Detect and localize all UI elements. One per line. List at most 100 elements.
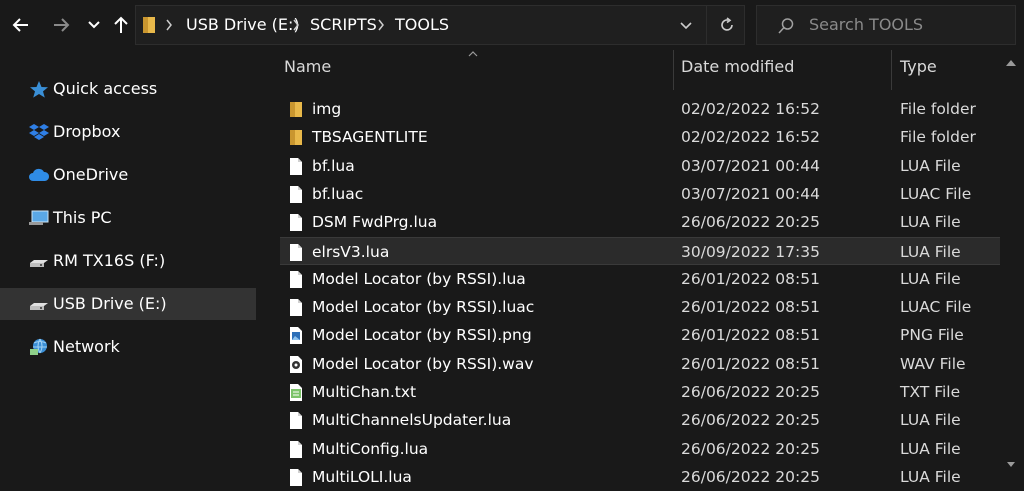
file-date-modified: 02/02/2022 16:52 [681,128,820,147]
file-name: MultiLOLI.lua [312,467,412,486]
network-icon [30,338,47,355]
address-divider [706,6,707,44]
file-type: LUA File [900,467,961,486]
audio-file-icon [290,355,302,373]
sidebar-item-onedrive[interactable]: OneDrive [0,159,256,191]
sidebar-item-label: Network [53,337,120,356]
file-type: LUA File [900,269,961,288]
file-row[interactable]: TBSAGENTLITE 02/02/2022 16:52 File folder [280,123,1000,151]
file-icon [290,270,302,288]
arrow-right-icon [54,18,70,32]
file-row[interactable]: elrsV3.lua 30/09/2022 17:35 LUA File [280,236,1000,265]
sidebar-item-this-pc[interactable]: This PC [0,202,256,234]
breadcrumb-tools[interactable]: TOOLS [395,6,449,44]
scroll-up-icon[interactable] [1005,58,1017,68]
up-button[interactable] [106,10,136,40]
file-name: Model Locator (by RSSI).luac [312,298,535,317]
file-row[interactable]: Model Locator (by RSSI).png 26/01/2022 08… [280,321,1000,349]
column-header-name[interactable]: Name [284,57,331,76]
column-header-date-modified[interactable]: Date modified [681,57,794,76]
sidebar-item-rm-tx16s[interactable]: RM TX16S (F:) [0,245,256,277]
address-bar[interactable]: USB Drive (E:) SCRIPTS TOOLS [135,5,745,45]
file-icon [290,214,302,232]
search-placeholder: Search TOOLS [809,15,924,34]
sort-ascending-icon [468,51,478,57]
file-date-modified: 26/06/2022 20:25 [681,411,820,430]
file-date-modified: 03/07/2021 00:44 [681,184,820,203]
file-row[interactable]: MultiChannelsUpdater.lua 26/06/2022 20:25… [280,406,1000,434]
file-row[interactable]: MultiConfig.lua 26/06/2022 20:25 LUA File [280,435,1000,463]
file-row[interactable]: MultiLOLI.lua 26/06/2022 20:25 LUA File [280,463,1000,491]
file-date-modified: 26/06/2022 20:25 [681,467,820,486]
file-icon [290,185,302,203]
file-type: LUA File [900,213,961,232]
sidebar-item-label: RM TX16S (F:) [53,251,166,270]
chevron-right-icon [378,19,384,31]
sidebar-item-usb-drive[interactable]: USB Drive (E:) [0,288,256,320]
file-row[interactable]: bf.luac 03/07/2021 00:44 LUAC File [280,180,1000,208]
file-type: LUA File [900,439,961,458]
sidebar-item-label: USB Drive (E:) [53,294,167,313]
cloud-icon [29,168,50,181]
star-icon [30,81,48,98]
file-icon [290,440,302,458]
chevron-right-icon [293,19,299,31]
column-divider[interactable] [891,50,892,90]
drive-icon [30,260,48,267]
sidebar-item-network[interactable]: Network [0,331,256,363]
search-icon [778,18,794,34]
file-row[interactable]: Model Locator (by RSSI).luac 26/01/2022 0… [280,293,1000,321]
file-icon [290,412,302,430]
forward-button[interactable] [46,10,76,40]
file-icon [290,243,302,261]
folder-icon [290,102,302,117]
file-icon [290,299,302,317]
file-name: DSM FwdPrg.lua [312,213,438,232]
column-divider[interactable] [673,50,674,90]
file-date-modified: 26/01/2022 08:51 [681,269,820,288]
file-date-modified: 30/09/2022 17:35 [681,242,820,261]
chevron-down-icon [88,21,100,29]
column-header-type[interactable]: Type [900,57,937,76]
file-date-modified: 26/06/2022 20:25 [681,213,820,232]
file-type: LUA File [900,242,961,261]
file-row[interactable]: Model Locator (by RSSI).wav 26/01/2022 08… [280,350,1000,378]
image-file-icon [290,327,302,345]
breadcrumb-usb-drive[interactable]: USB Drive (E:) [186,6,300,44]
file-name: Model Locator (by RSSI).lua [312,269,526,288]
file-row[interactable]: Model Locator (by RSSI).lua 26/01/2022 08… [280,265,1000,293]
folder-icon [143,17,155,33]
refresh-button[interactable] [714,6,740,44]
recent-locations-button[interactable] [79,10,109,40]
file-icon [290,157,302,175]
sidebar-item-dropbox[interactable]: Dropbox [0,116,256,148]
file-name: MultiChannelsUpdater.lua [312,411,512,430]
breadcrumb-scripts[interactable]: SCRIPTS [310,6,377,44]
file-date-modified: 26/01/2022 08:51 [681,354,820,373]
address-dropdown-button[interactable] [674,6,698,44]
file-type: LUAC File [900,184,972,203]
file-date-modified: 03/07/2021 00:44 [681,156,820,175]
dropbox-icon [29,124,49,140]
arrow-left-icon [12,18,28,32]
file-type: WAV File [900,354,966,373]
file-row[interactable]: MultiChan.txt 26/06/2022 20:25 TXT File [280,378,1000,406]
file-type: LUA File [900,411,961,430]
search-box[interactable]: Search TOOLS [756,5,1016,45]
file-date-modified: 26/06/2022 20:25 [681,439,820,458]
file-row[interactable]: img 02/02/2022 16:52 File folder [280,95,1000,123]
file-date-modified: 02/02/2022 16:52 [681,100,820,118]
file-row[interactable]: DSM FwdPrg.lua 26/06/2022 20:25 LUA File [280,208,1000,236]
file-type: File folder [900,128,976,147]
scroll-down-icon[interactable] [1006,461,1016,469]
refresh-icon [721,17,733,31]
sidebar-item-quick-access[interactable]: Quick access [0,73,256,105]
file-row[interactable]: bf.lua 03/07/2021 00:44 LUA File [280,152,1000,180]
file-name: MultiChan.txt [312,383,417,401]
back-button[interactable] [6,10,36,40]
file-date-modified: 26/01/2022 08:51 [681,298,820,317]
file-date-modified: 26/06/2022 20:25 [681,383,820,401]
file-type: TXT File [900,383,961,401]
file-icon [290,468,302,486]
file-name: elrsV3.lua [312,242,390,261]
